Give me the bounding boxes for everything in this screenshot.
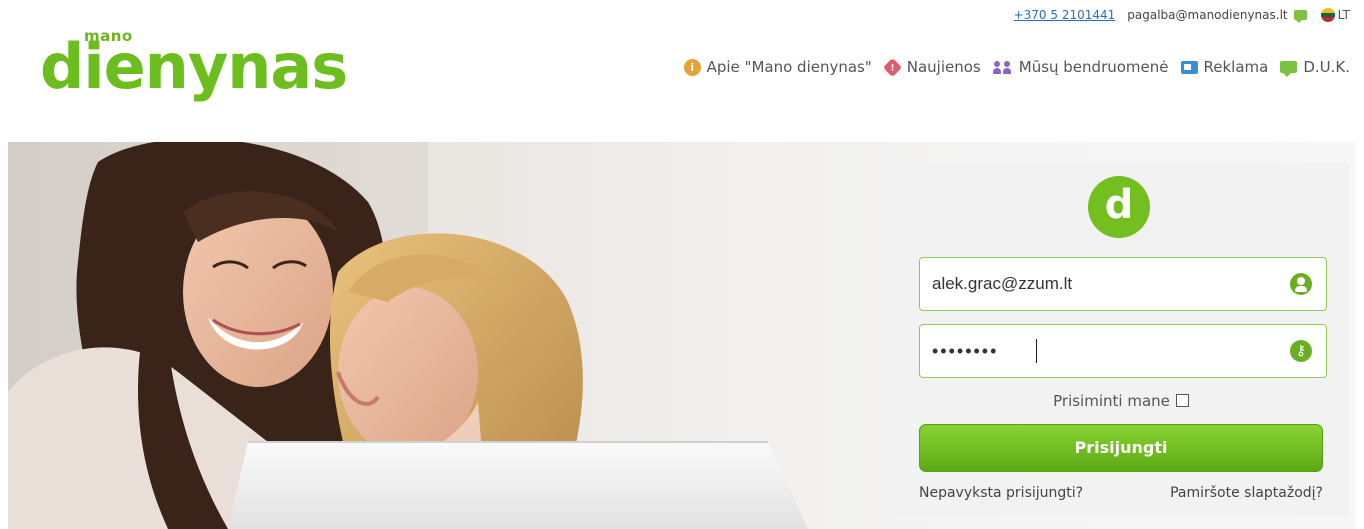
- nav-item-news[interactable]: ! Naujienos: [882, 57, 981, 77]
- lithuania-flag-icon[interactable]: [1320, 8, 1335, 22]
- faq-icon: [1280, 61, 1298, 77]
- radio-icon: [1180, 60, 1198, 74]
- news-icon: !: [882, 57, 902, 77]
- password-input[interactable]: [932, 325, 1272, 377]
- nav-item-advertising[interactable]: Reklama: [1180, 58, 1269, 76]
- chat-icon[interactable]: [1293, 10, 1307, 23]
- nav-item-label: Mūsų bendruomenė: [1018, 58, 1169, 76]
- nav-item-label: Reklama: [1203, 58, 1269, 76]
- username-field[interactable]: [919, 257, 1327, 311]
- login-logo: d: [1088, 176, 1150, 238]
- password-field[interactable]: ⚷: [919, 324, 1327, 378]
- nav-item-faq[interactable]: D.U.K.: [1280, 58, 1350, 77]
- login-button[interactable]: Prisijungti: [919, 424, 1323, 472]
- forgot-password-link[interactable]: Pamiršote slaptažodį?: [1170, 485, 1323, 501]
- nav-item-label: D.U.K.: [1303, 58, 1350, 76]
- top-contact-bar: +370 5 2101441 pagalba@manodienynas.lt L…: [1014, 8, 1350, 23]
- user-icon: [1290, 273, 1312, 295]
- logo[interactable]: mano dienynas: [40, 22, 348, 102]
- remember-me[interactable]: Prisiminti mane: [892, 392, 1350, 410]
- main-nav: i Apie "Mano dienynas" ! Naujienos Mūsų …: [672, 57, 1350, 77]
- info-icon: i: [683, 58, 701, 76]
- key-icon: ⚷: [1290, 340, 1312, 362]
- cant-login-link[interactable]: Nepavyksta prisijungti?: [919, 485, 1083, 501]
- login-logo-letter: d: [1104, 182, 1134, 228]
- remember-me-checkbox[interactable]: [1175, 394, 1189, 407]
- username-input[interactable]: [932, 258, 1272, 310]
- remember-me-label: Prisiminti mane: [1053, 392, 1170, 410]
- community-icon: [992, 59, 1013, 76]
- logo-main-text: dienynas: [40, 30, 348, 103]
- phone-link[interactable]: +370 5 2101441: [1014, 8, 1116, 22]
- nav-item-about[interactable]: i Apie "Mano dienynas": [683, 58, 872, 76]
- login-panel: d ⚷ Prisiminti mane Prisijungti Nepavyks…: [892, 162, 1350, 517]
- nav-item-community[interactable]: Mūsų bendruomenė: [992, 58, 1169, 76]
- text-cursor: [1036, 339, 1037, 363]
- nav-item-label: Naujienos: [906, 58, 981, 76]
- language-selector[interactable]: LT: [1338, 8, 1350, 22]
- login-help-links: Nepavyksta prisijungti? Pamiršote slapta…: [919, 485, 1323, 501]
- support-email[interactable]: pagalba@manodienynas.lt: [1127, 8, 1287, 22]
- nav-item-label: Apie "Mano dienynas": [706, 58, 872, 76]
